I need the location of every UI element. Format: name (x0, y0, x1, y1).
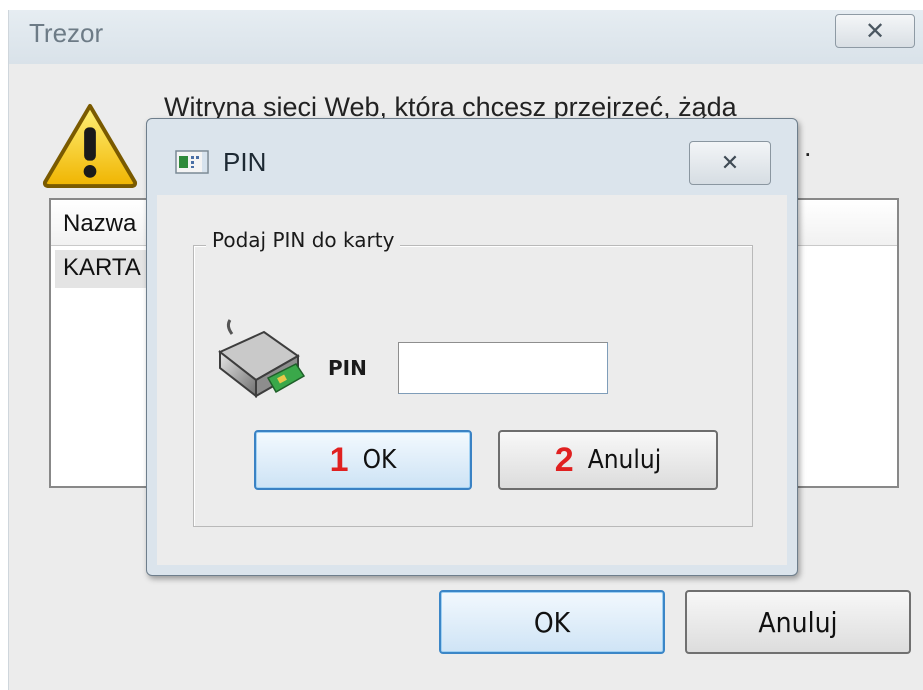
pin-ok-label: OK (362, 445, 397, 475)
trezor-ok-button[interactable]: OK (439, 590, 665, 654)
step-marker-2: 2 (554, 440, 574, 479)
pin-field-label: PIN (328, 356, 367, 380)
trezor-cancel-label: Anuluj (758, 605, 838, 639)
pin-dialog-close-button[interactable]: ✕ (689, 141, 771, 185)
close-icon: ✕ (864, 17, 886, 45)
trezor-ok-label: OK (533, 605, 571, 639)
trezor-message-suffix: . (804, 132, 812, 162)
trezor-titlebar: Trezor ✕ (9, 10, 923, 64)
pin-group-label: Podaj PIN do karty (206, 228, 401, 252)
card-app-icon (175, 150, 209, 174)
list-item-label: KARTA (63, 254, 141, 281)
smart-card-reader-icon (218, 319, 306, 399)
pin-cancel-button[interactable]: 2 Anuluj (498, 430, 718, 490)
pin-dialog-titlebar: PIN ✕ (147, 119, 797, 193)
pin-dialog: PIN ✕ Podaj PIN do karty PIN 1 OK 2 Anul… (146, 118, 798, 576)
pin-ok-button[interactable]: 1 OK (254, 430, 472, 490)
pin-dialog-title: PIN (223, 147, 267, 177)
warning-icon (42, 103, 138, 188)
pin-cancel-label: Anuluj (587, 445, 662, 475)
step-marker-1: 1 (329, 440, 349, 479)
trezor-close-button[interactable]: ✕ (835, 14, 915, 48)
column-header-name[interactable]: Nazwa (63, 210, 136, 238)
pin-groupbox: Podaj PIN do karty PIN 1 OK 2 Anuluj (193, 228, 753, 527)
trezor-window-title: Trezor (29, 18, 104, 48)
trezor-cancel-button[interactable]: Anuluj (685, 590, 911, 654)
close-icon: ✕ (720, 150, 740, 176)
pin-dialog-body: Podaj PIN do karty PIN 1 OK 2 Anuluj (157, 195, 787, 565)
pin-input[interactable] (398, 342, 608, 394)
